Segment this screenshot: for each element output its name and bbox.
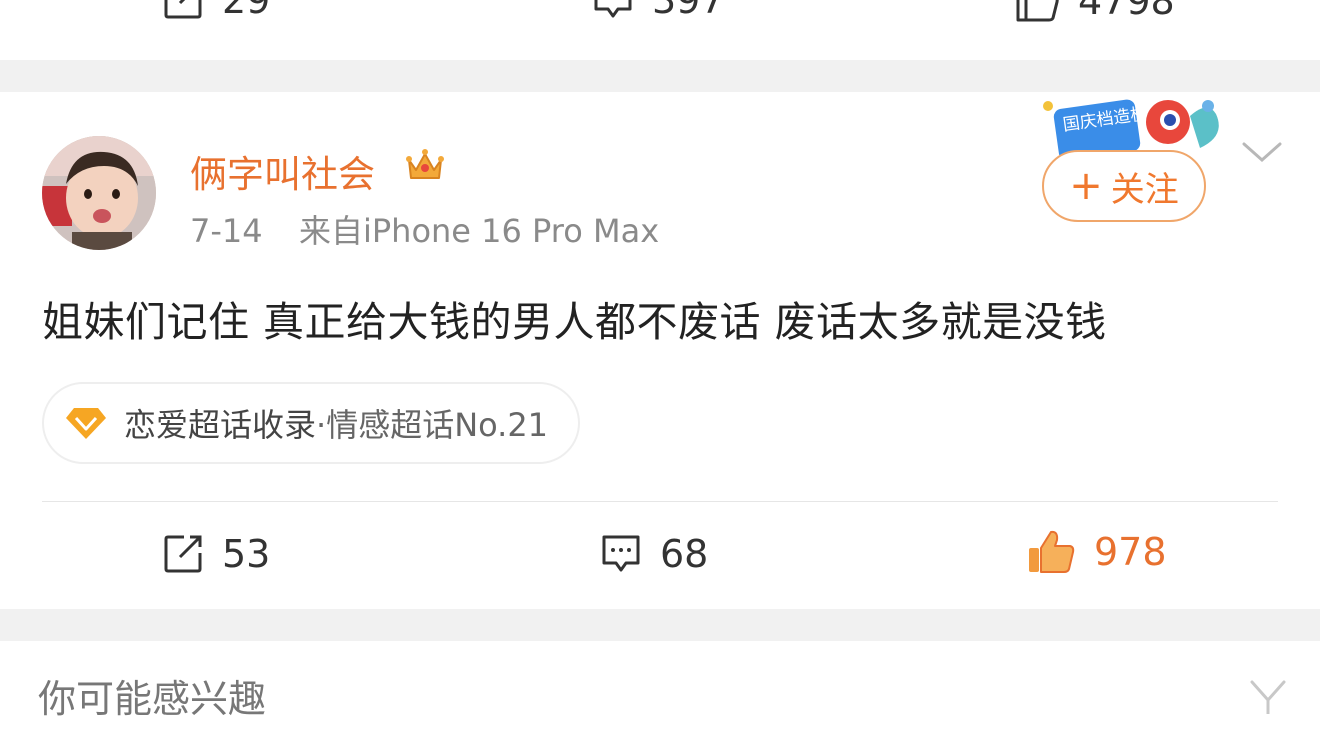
section-separator [0,609,1320,641]
repost-icon [164,0,202,19]
like-count: 978 [1094,530,1167,574]
previous-post-actions: 29 397 4798 [0,0,1320,60]
comment-button[interactable]: 397 [592,0,725,22]
chevron-down-icon[interactable] [1248,676,1288,716]
like-icon [1016,0,1059,22]
plus-icon: + [1069,163,1103,209]
comment-count: 68 [660,532,709,576]
follow-label: 关注 [1110,169,1179,210]
like-button[interactable]: 4798 [1014,0,1175,24]
follow-button[interactable]: + 关注 [1042,150,1206,222]
divider [42,501,1278,502]
post-meta: 7-14 来自iPhone 16 Pro Max [190,206,659,252]
comment-icon [602,535,640,572]
post-content: 姐妹们记住 真正给大钱的男人都不废话 废话太多就是没钱 [42,298,1107,346]
like-button[interactable]: 978 [1026,528,1167,576]
topic-sub: ·情感超话No.21 [316,406,549,444]
repost-icon [164,535,202,573]
suggest-title: 你可能感兴趣 [38,677,267,721]
username[interactable]: 俩字叫社会 [190,144,375,198]
topic-chip[interactable]: 恋爱超话收录·情感超话No.21 [42,382,581,464]
like-icon [1029,530,1075,573]
section-separator [0,60,1320,92]
repost-button[interactable]: 53 [162,532,270,576]
chevron-down-icon[interactable] [1240,138,1284,166]
like-count: 4798 [1078,0,1175,23]
comment-icon [594,0,632,18]
crown-icon [406,149,444,179]
diamond-icon [66,408,106,439]
repost-button[interactable]: 29 [162,0,270,22]
post-card: 俩字叫社会 7-14 来自iPhone 16 Pro Max 国庆档造梗高手 +… [0,92,1320,609]
repost-count: 29 [222,0,271,22]
repost-count: 53 [222,532,271,576]
comment-count: 397 [652,0,725,22]
topic-main: 恋爱超话收录 [124,406,317,444]
avatar[interactable] [42,136,156,250]
comment-button[interactable]: 68 [600,532,708,576]
post-source: 来自iPhone 16 Pro Max [298,212,660,250]
post-date: 7-14 [190,212,263,250]
